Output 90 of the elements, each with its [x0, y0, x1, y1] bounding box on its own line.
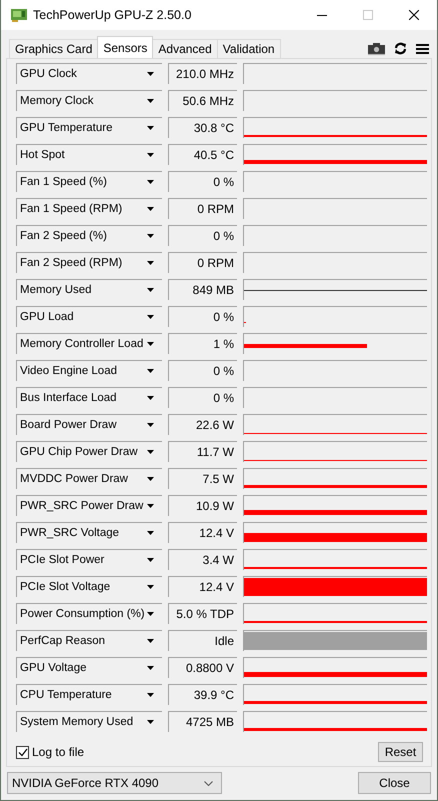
sensor-value: 5.0 % TDP: [168, 603, 237, 624]
sensor-dropdown[interactable]: GPU Chip Power Draw: [16, 441, 162, 462]
checkbox-label: Log to file: [32, 745, 84, 759]
gpu-select[interactable]: NVIDIA GeForce RTX 4090: [7, 772, 222, 794]
caret-icon: [147, 72, 154, 76]
caret-icon: [147, 612, 154, 616]
sensor-value: 11.7 W: [168, 441, 237, 462]
sensor-value: 0 RPM: [168, 198, 237, 219]
app-icon: [11, 8, 27, 22]
sensor-value: 7.5 W: [168, 468, 237, 489]
sensor-value: 0.8800 V: [168, 657, 237, 678]
caret-icon: [147, 99, 154, 103]
sensor-dropdown[interactable]: PWR_SRC Voltage: [16, 522, 162, 543]
sensor-dropdown[interactable]: Power Consumption (%): [16, 603, 162, 624]
sensor-dropdown[interactable]: Memory Clock: [16, 90, 162, 111]
sensor-dropdown[interactable]: Memory Controller Load: [16, 333, 162, 354]
sensor-value: 0 %: [168, 306, 237, 327]
caret-icon: [147, 315, 154, 319]
sensor-dropdown[interactable]: System Memory Used: [16, 711, 162, 732]
caret-icon: [147, 585, 154, 589]
sensor-dropdown[interactable]: MVDDC Power Draw: [16, 468, 162, 489]
sensor-value: 0 %: [168, 225, 237, 246]
sensor-dropdown[interactable]: PWR_SRC Power Draw: [16, 495, 162, 516]
caret-icon: [147, 531, 154, 535]
sensor-value: 40.5 °C: [168, 144, 237, 165]
tab[interactable]: Sensors: [97, 36, 154, 58]
sensor-dropdown[interactable]: Fan 1 Speed (%): [16, 171, 162, 192]
sensor-value: 30.8 °C: [168, 117, 237, 138]
window-title: TechPowerUp GPU-Z 2.50.0: [33, 8, 192, 22]
caret-icon: [147, 504, 154, 508]
caret-icon: [147, 639, 154, 643]
sensor-dropdown[interactable]: Memory Used: [16, 279, 162, 300]
camera-icon[interactable]: [368, 42, 385, 55]
refresh-icon[interactable]: [394, 42, 407, 55]
sensor-value: 12.4 V: [168, 522, 237, 543]
sensor-dropdown[interactable]: PerfCap Reason: [16, 630, 162, 651]
sensor-value: 1 %: [168, 333, 237, 354]
caret-icon: [147, 666, 154, 670]
caret-icon: [147, 234, 154, 238]
sensor-dropdown[interactable]: Hot Spot: [16, 144, 162, 165]
sensor-dropdown[interactable]: GPU Temperature: [16, 117, 162, 138]
sensor-value: 210.0 MHz: [168, 63, 237, 84]
sensor-value: 10.9 W: [168, 495, 237, 516]
tab[interactable]: Validation: [216, 39, 281, 58]
caret-icon: [147, 207, 154, 211]
caret-icon: [147, 693, 154, 697]
close-dialog-button[interactable]: Close: [358, 772, 431, 794]
caret-icon: [147, 180, 154, 184]
caret-icon: [147, 261, 154, 265]
sensor-value: 3.4 W: [168, 549, 237, 570]
sensor-value: 0 %: [168, 360, 237, 381]
chevron-icon: [204, 780, 213, 786]
sensor-dropdown[interactable]: GPU Clock: [16, 63, 162, 84]
caret-icon: [147, 396, 154, 400]
checkbox[interactable]: [16, 746, 29, 758]
sensor-dropdown[interactable]: Bus Interface Load: [16, 387, 162, 408]
sensor-dropdown[interactable]: Video Engine Load: [16, 360, 162, 381]
sensor-dropdown[interactable]: Fan 2 Speed (%): [16, 225, 162, 246]
sensor-value: 39.9 °C: [168, 684, 237, 705]
caret-icon: [147, 369, 154, 373]
sensor-dropdown[interactable]: Fan 1 Speed (RPM): [16, 198, 162, 219]
sensor-value: 22.6 W: [168, 414, 237, 435]
sensor-value: 0 %: [168, 387, 237, 408]
sensor-value: 50.6 MHz: [168, 90, 237, 111]
caret-icon: [147, 288, 154, 292]
menu-icon[interactable]: [416, 43, 429, 55]
sensor-dropdown[interactable]: Board Power Draw: [16, 414, 162, 435]
caret-icon: [147, 720, 154, 724]
caret-icon: [147, 558, 154, 562]
caret-icon: [147, 450, 154, 454]
caret-icon: [147, 342, 154, 346]
caret-icon: [147, 126, 154, 130]
caret-icon: [147, 153, 154, 157]
sensor-dropdown[interactable]: CPU Temperature: [16, 684, 162, 705]
sensor-value: 849 MB: [168, 279, 237, 300]
sensor-dropdown[interactable]: PCIe Slot Voltage: [16, 576, 162, 597]
sensor-dropdown[interactable]: Fan 2 Speed (RPM): [16, 252, 162, 273]
sensor-dropdown[interactable]: GPU Load: [16, 306, 162, 327]
tab[interactable]: Graphics Card: [9, 39, 98, 58]
reset-button[interactable]: Reset: [378, 742, 423, 762]
sensor-value: Idle: [168, 630, 237, 651]
sensor-dropdown[interactable]: GPU Voltage: [16, 657, 162, 678]
caret-icon: [147, 477, 154, 481]
sensor-value: 0 %: [168, 171, 237, 192]
sensor-value: 0 RPM: [168, 252, 237, 273]
close-icon[interactable]: [409, 10, 419, 20]
caret-icon: [147, 423, 154, 427]
sensor-value: 12.4 V: [168, 576, 237, 597]
sensor-value: 4725 MB: [168, 711, 237, 732]
sensor-dropdown[interactable]: PCIe Slot Power: [16, 549, 162, 570]
